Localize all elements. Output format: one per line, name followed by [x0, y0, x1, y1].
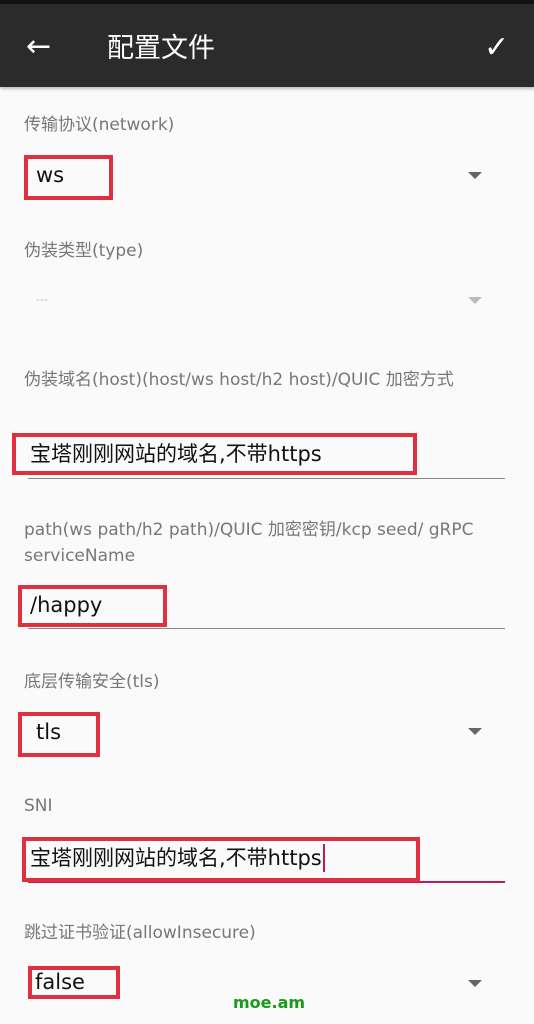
app-bar: ← 配置文件 ✓ — [0, 0, 534, 87]
check-icon[interactable]: ✓ — [484, 32, 509, 64]
arrow-left-icon[interactable]: ← — [26, 32, 51, 62]
dropdown-arrow-icon[interactable] — [468, 728, 482, 735]
tls-select[interactable]: tls — [36, 718, 61, 746]
allow-insecure-select[interactable]: false — [35, 968, 85, 996]
path-underline — [28, 628, 505, 629]
dropdown-arrow-icon[interactable] — [468, 172, 482, 179]
network-select[interactable]: ws — [36, 161, 64, 189]
sni-input[interactable]: 宝塔刚刚网站的域名,不带https — [30, 844, 325, 872]
host-underline — [28, 478, 505, 479]
path-input[interactable]: /happy — [30, 591, 102, 619]
type-select[interactable]: --- — [36, 293, 48, 306]
allow-insecure-label: 跳过证书验证(allowInsecure) — [24, 923, 256, 943]
host-label: 伪装域名(host)(host/ws host/h2 host)/QUIC 加密… — [24, 370, 454, 390]
type-label: 伪装类型(type) — [24, 241, 144, 261]
path-label: path(ws path/h2 path)/QUIC 加密密钥/kcp seed… — [24, 520, 474, 566]
dropdown-arrow-icon[interactable] — [468, 980, 482, 987]
dropdown-arrow-icon[interactable] — [468, 297, 482, 304]
sni-label: SNI — [24, 796, 53, 816]
host-input[interactable]: 宝塔刚刚网站的域名,不带https — [30, 440, 322, 468]
tls-label: 底层传输安全(tls) — [24, 672, 160, 692]
network-label: 传输协议(network) — [24, 115, 175, 135]
page-title: 配置文件 — [107, 33, 215, 64]
watermark: moe.am — [233, 993, 306, 1012]
